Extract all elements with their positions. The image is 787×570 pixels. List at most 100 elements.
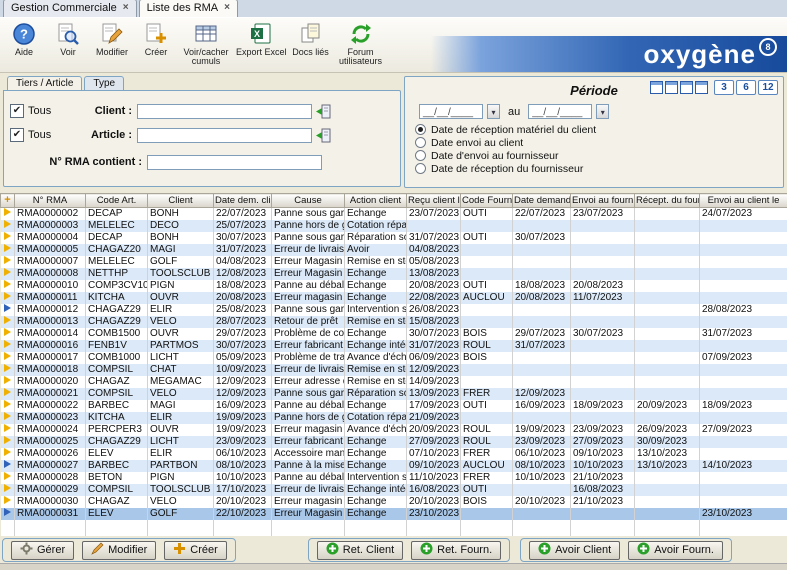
tous-client-checkbox[interactable]: ✔	[10, 104, 24, 118]
article-input[interactable]	[137, 128, 312, 143]
column-header[interactable]: Envoi au fourn.	[571, 194, 635, 208]
toolbar-button-aide[interactable]: ? Aide	[2, 20, 46, 57]
date-to-field[interactable]: __/__/____	[528, 104, 592, 119]
creer-button[interactable]: Créer	[164, 541, 227, 560]
table-row[interactable]: RMA0000011KITCHAOUVR20/08/2023Erreur mag…	[1, 292, 787, 304]
gerer-button[interactable]: Gérer	[11, 541, 74, 560]
toolbar-button-cumuls[interactable]: Voir/cacher cumuls	[178, 20, 234, 66]
table-cell: TOOLSCLUB	[148, 484, 214, 496]
column-header[interactable]: Envoi au client le	[700, 194, 787, 208]
table-row[interactable]: RMA0000020CHAGAZMEGAMAC12/09/2023Erreur …	[1, 376, 787, 388]
table-cell: RMA0000021	[15, 388, 86, 400]
calendar-icon[interactable]	[695, 81, 708, 94]
close-icon[interactable]: ×	[123, 3, 129, 13]
add-row-button[interactable]: +	[1, 194, 15, 208]
table-row[interactable]: RMA0000005CHAGAZ20MAGI31/07/2023Erreur d…	[1, 244, 787, 256]
table-cell: Erreur magasin /	[272, 292, 345, 304]
periode-radio[interactable]: Date d'envoi au fournisseur	[415, 149, 783, 162]
client-lookup-icon[interactable]	[315, 104, 331, 119]
table-cell: GOLF	[148, 508, 214, 520]
table-cell: FRER	[461, 448, 513, 460]
calendar-icon[interactable]	[680, 81, 693, 94]
table-row[interactable]: RMA0000013CHAGAZ29VELO28/07/2023Retour d…	[1, 316, 787, 328]
table-row[interactable]: RMA0000026ELEVELIR06/10/2023Accessoire m…	[1, 448, 787, 460]
table-row[interactable]: RMA0000024PERCPER3OUVR19/09/2023Erreur m…	[1, 424, 787, 436]
ret-client-button[interactable]: Ret. Client	[317, 541, 403, 560]
table-row[interactable]: RMA0000012CHAGAZ29ELIR25/08/2023Panne so…	[1, 304, 787, 316]
tab-type[interactable]: Type	[84, 76, 124, 90]
table-cell: 25/07/2023	[214, 220, 272, 232]
calendar-icon[interactable]	[650, 81, 663, 94]
ret-fourn-button[interactable]: Ret. Fourn.	[411, 541, 501, 560]
quick-range-12-button[interactable]: 12	[758, 80, 778, 95]
client-input[interactable]	[137, 104, 312, 119]
quick-range-6-button[interactable]: 6	[736, 80, 756, 95]
column-header[interactable]: Code Fourn.	[461, 194, 513, 208]
excel-icon: X	[248, 22, 274, 46]
periode-radio[interactable]: Date de réception du fournisseur	[415, 162, 783, 175]
table-row[interactable]: RMA0000018COMPSILCHAT10/09/2023Erreur de…	[1, 364, 787, 376]
close-icon[interactable]: ×	[224, 3, 230, 13]
date-to-dropdown-icon[interactable]: ▾	[596, 104, 609, 119]
table-row[interactable]: RMA0000016FENB1VPARTMOS30/07/2023Erreur …	[1, 340, 787, 352]
flag-icon	[4, 220, 11, 228]
table-row[interactable]: RMA0000004DECAPBONH30/07/2023Panne sous …	[1, 232, 787, 244]
avoir-fourn-button[interactable]: Avoir Fourn.	[628, 541, 723, 560]
rma-contains-input[interactable]	[147, 155, 322, 170]
table-row[interactable]: RMA0000031ELEVGOLF22/10/2023Erreur Magas…	[1, 508, 787, 520]
tab-gestion-commerciale[interactable]: Gestion Commerciale ×	[3, 0, 137, 17]
toolbar-button-docs-lies[interactable]: Docs liés	[289, 20, 333, 57]
table-cell: KITCHA	[86, 292, 148, 304]
table-cell: OUVR	[148, 328, 214, 340]
table-row[interactable]: RMA0000014COMB1500OUVR29/07/2023Problème…	[1, 328, 787, 340]
table-row[interactable]: RMA0000029COMPSILTOOLSCLUB17/10/2023Erre…	[1, 484, 787, 496]
modifier-button[interactable]: Modifier	[82, 541, 156, 560]
toolbar-button-creer[interactable]: Créer	[134, 20, 178, 57]
table-row[interactable]: RMA0000027BARBECPARTBON08/10/2023Panne à…	[1, 460, 787, 472]
table-row[interactable]: RMA0000017COMB1000LICHT05/09/2023Problèm…	[1, 352, 787, 364]
table-row[interactable]: RMA0000022BARBECMAGI16/09/2023Panne au d…	[1, 400, 787, 412]
flag-icon	[4, 484, 11, 492]
column-header[interactable]: Code Art.	[86, 194, 148, 208]
table-cell: CHAGAZ29	[86, 316, 148, 328]
date-from-dropdown-icon[interactable]: ▾	[487, 104, 500, 119]
tab-tiers-article[interactable]: Tiers / Article	[7, 76, 82, 90]
column-header[interactable]: Récept. du fourn	[635, 194, 700, 208]
toolbar-button-voir[interactable]: Voir	[46, 20, 90, 57]
column-header[interactable]: Client	[148, 194, 214, 208]
table-cell: RMA0000013	[15, 316, 86, 328]
toolbar-button-forum[interactable]: Forum utilisateurs	[333, 20, 389, 66]
periode-radio[interactable]: Date de réception matériel du client	[415, 123, 783, 136]
column-header[interactable]: Date dem. cli	[214, 194, 272, 208]
table-cell	[571, 388, 635, 400]
toolbar-button-export-excel[interactable]: X Export Excel	[234, 20, 289, 57]
table-row[interactable]: RMA0000003MELELECDECO25/07/2023Panne hor…	[1, 220, 787, 232]
table-row[interactable]: RMA0000010COMP3CV10PIGN18/08/2023Panne a…	[1, 280, 787, 292]
table-row[interactable]: RMA0000028BETONPIGN10/10/2023Panne au dé…	[1, 472, 787, 484]
calendar-icon[interactable]	[665, 81, 678, 94]
table-row[interactable]: RMA0000008NETTHPTOOLSCLUB12/08/2023Erreu…	[1, 268, 787, 280]
column-header[interactable]: Reçu client le	[407, 194, 461, 208]
toolbar-button-modifier[interactable]: Modifier	[90, 20, 134, 57]
table-row[interactable]: RMA0000030CHAGAZVELO20/10/2023Erreur mag…	[1, 496, 787, 508]
column-header[interactable]: Action client	[345, 194, 407, 208]
table-cell: PIGN	[148, 472, 214, 484]
table-cell: OUTI	[461, 400, 513, 412]
article-lookup-icon[interactable]	[315, 128, 331, 143]
table-row[interactable]: RMA0000021COMPSILVELO12/09/2023Panne sou…	[1, 388, 787, 400]
quick-range-3-button[interactable]: 3	[714, 80, 734, 95]
avoir-client-button[interactable]: Avoir Client	[529, 541, 620, 560]
table-cell: Accessoire manqu	[272, 448, 345, 460]
periode-radio[interactable]: Date envoi au client	[415, 136, 783, 149]
tous-article-checkbox[interactable]: ✔	[10, 128, 24, 142]
column-header[interactable]: Cause	[272, 194, 345, 208]
column-header[interactable]: Date demande	[513, 194, 571, 208]
date-from-field[interactable]: __/__/____	[419, 104, 483, 119]
column-header[interactable]: N° RMA	[15, 194, 86, 208]
tab-liste-des-rma[interactable]: Liste des RMA ×	[139, 0, 238, 17]
table-row[interactable]: RMA0000007MELELECGOLF04/08/2023Erreur Ma…	[1, 256, 787, 268]
table-row[interactable]: RMA0000002DECAPBONH22/07/2023Panne sous …	[1, 208, 787, 221]
table-row[interactable]: RMA0000023KITCHAELIR19/09/2023Panne hors…	[1, 412, 787, 424]
pencil-icon	[91, 542, 104, 558]
table-row[interactable]: RMA0000025CHAGAZ29LICHT23/09/2023Erreur …	[1, 436, 787, 448]
